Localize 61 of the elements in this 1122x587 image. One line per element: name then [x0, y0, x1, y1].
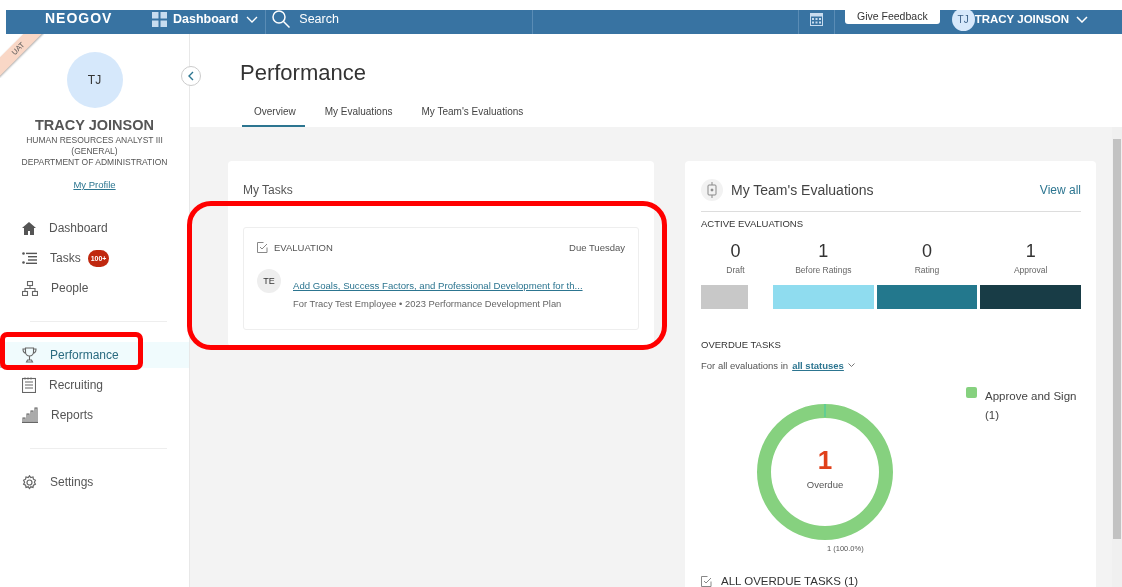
- trophy-icon: [22, 347, 37, 363]
- settings-icon: [22, 474, 37, 490]
- overdue-label: Overdue: [805, 479, 845, 490]
- nav-item[interactable]: People: [0, 275, 189, 301]
- feedback-button[interactable]: Give Feedback: [845, 10, 940, 24]
- evaluation-icon: [707, 182, 717, 198]
- chevron-down-icon: [847, 363, 855, 368]
- profile-link[interactable]: My Profile: [73, 179, 116, 190]
- task-subtitle: For Tracy Test Employee • 2023 Performance Development Plan: [293, 298, 563, 309]
- chevron-down-icon: [246, 15, 259, 23]
- stage-label: Rating: [913, 265, 941, 275]
- task-type: EVALUATION: [274, 242, 334, 253]
- section-heading: OVERDUE TASKS: [701, 339, 782, 350]
- due-date: Due Tuesday: [569, 242, 625, 253]
- stage-label: Before Ratings: [794, 265, 853, 275]
- clipboard-icon: [22, 377, 36, 393]
- list-icon: [22, 251, 37, 265]
- department: DEPARTMENT OF ADMINISTRATION: [20, 157, 169, 168]
- tab[interactable]: My Team's Evaluations: [409, 104, 533, 128]
- checkbox-icon: [701, 575, 712, 587]
- filter-text: For all evaluations in: [701, 360, 789, 371]
- logo: NEOGOV: [45, 10, 114, 26]
- stage-count: 1: [817, 241, 830, 262]
- nav-item[interactable]: Reports: [0, 402, 189, 428]
- status-filter-link[interactable]: all statuses: [792, 360, 844, 371]
- employee-avatar: TE: [257, 269, 281, 293]
- job-title: HUMAN RESOURCES ANALYST III (GENERAL): [25, 135, 164, 157]
- legend-label: Approve and Sign (1): [985, 389, 1078, 423]
- stage-label: Draft: [725, 265, 746, 275]
- user-avatar: TJ: [951, 10, 975, 31]
- app-menu[interactable]: Dashboard: [167, 10, 266, 31]
- stage-count: 1: [1024, 241, 1037, 262]
- nav-item[interactable]: Settings: [0, 469, 189, 495]
- search-field[interactable]: Search: [299, 12, 500, 26]
- nav-item[interactable]: Dashboard: [0, 215, 189, 241]
- card-title: My Team's Evaluations: [731, 182, 875, 198]
- checkbox-icon: [257, 242, 268, 253]
- card-title: My Tasks: [243, 183, 294, 197]
- org-chart-icon: [22, 280, 38, 296]
- home-icon: [22, 221, 36, 235]
- task-link[interactable]: Add Goals, Success Factors, and Professional Development for th...: [293, 280, 583, 291]
- calendar-icon[interactable]: [810, 12, 823, 26]
- overdue-count: 1: [816, 445, 834, 476]
- bar-chart-icon: [22, 407, 38, 423]
- chevron-down-icon: [1076, 15, 1088, 23]
- user-menu[interactable]: TRACY JOINSON: [974, 13, 1088, 25]
- collapse-button[interactable]: [181, 66, 201, 86]
- page-title: Performance: [240, 60, 367, 86]
- section-heading: ACTIVE EVALUATIONS: [701, 218, 805, 229]
- grid-icon: [152, 11, 167, 27]
- stage-count: 0: [921, 241, 933, 262]
- search-icon: [272, 10, 291, 28]
- tab[interactable]: My Evaluations: [312, 104, 402, 128]
- nav-item[interactable]: Recruiting: [0, 372, 189, 398]
- all-overdue-link[interactable]: ALL OVERDUE TASKS (1): [721, 575, 859, 587]
- stage-label: Approval: [1012, 265, 1049, 275]
- stage-count: 0: [729, 241, 742, 262]
- chevron-left-icon: [188, 71, 194, 81]
- profile-name: TRACY JOINSON: [35, 117, 154, 133]
- view-all-link[interactable]: View all: [1039, 183, 1081, 197]
- profile-avatar: TJ: [66, 52, 123, 108]
